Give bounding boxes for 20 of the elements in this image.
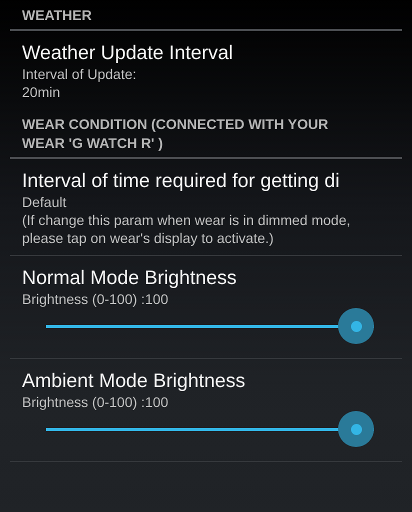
category-header: WEAR CONDITION (CONNECTED WITH YOUR WEAR 'G WATCH R' ) bbox=[22, 115, 330, 153]
preference-item[interactable]: Weather Update Interval Interval of Update: 20min bbox=[0, 31, 412, 109]
preference-summary: Default bbox=[22, 193, 68, 211]
slider-preference[interactable]: Ambient Mode Brightness Brightness (0-100) :100 bbox=[0, 359, 412, 461]
preference-summary: Interval of Update: bbox=[22, 65, 138, 83]
preference-item[interactable]: Interval of time required for getting di Default (If change this param when wear is in dimmed mode, please tap on wear's display to activate.) bbox=[0, 159, 412, 255]
slider-thumb[interactable] bbox=[338, 411, 374, 447]
category-header: WEATHER bbox=[22, 6, 93, 25]
preference-title: Normal Mode Brightness bbox=[22, 266, 238, 290]
preference-summary: (If change this param when wear is in dimmed mode, please tap on wear's display to activate.) bbox=[22, 211, 352, 247]
slider-thumb[interactable] bbox=[338, 308, 374, 344]
preference-summary: Brightness (0-100) :100 bbox=[22, 290, 170, 308]
preference-title: Weather Update Interval bbox=[22, 41, 234, 65]
preference-title: Ambient Mode Brightness bbox=[22, 369, 246, 393]
brightness-slider[interactable] bbox=[46, 411, 374, 447]
slider-preference[interactable]: Normal Mode Brightness Brightness (0-100) :100 bbox=[0, 256, 412, 358]
preference-title: Interval of time required for getting di bbox=[22, 169, 341, 193]
brightness-slider[interactable] bbox=[46, 308, 374, 344]
preference-summary: 20min bbox=[22, 83, 62, 101]
preference-summary: Brightness (0-100) :100 bbox=[22, 393, 170, 411]
